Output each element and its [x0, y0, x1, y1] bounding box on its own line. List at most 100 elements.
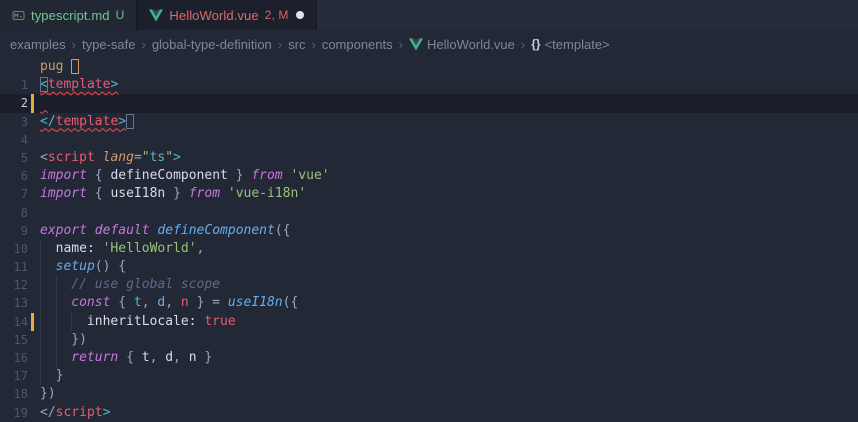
code-line-content: const { t, d, n } = useI18n({ — [40, 294, 858, 312]
line-number[interactable]: 3 — [0, 113, 28, 131]
gutter — [28, 58, 40, 76]
code-line-content: } — [40, 367, 858, 385]
code-token: > — [103, 405, 111, 420]
breadcrumb-separator-icon: › — [72, 37, 76, 52]
line-number[interactable]: 7 — [0, 185, 28, 203]
unsaved-dot[interactable] — [296, 11, 304, 19]
code-line-13[interactable]: 13 const { t, d, n } = useI18n({ — [0, 294, 858, 312]
breadcrumb-label: <template> — [545, 37, 610, 52]
code-token: , — [165, 295, 181, 310]
code-line-1[interactable]: 1<template> — [0, 76, 858, 94]
line-number[interactable]: 14 — [0, 313, 28, 331]
code-line-19[interactable]: 19</script> — [0, 404, 858, 422]
line-number[interactable]: 12 — [0, 276, 28, 294]
tab-status-badge: 2, M — [265, 8, 289, 22]
breadcrumb-label: components — [322, 37, 393, 52]
code-token: t — [134, 295, 142, 310]
code-token: " — [142, 150, 150, 165]
line-number[interactable]: 13 — [0, 294, 28, 312]
breadcrumb-item-template[interactable]: {}<template> — [531, 37, 609, 52]
line-number[interactable]: 15 — [0, 331, 28, 349]
vscode-editor-window: typescript.mdU HelloWorld.vue 2, M example… — [0, 0, 858, 422]
line-number[interactable]: 19 — [0, 404, 28, 422]
breadcrumb-item-HelloWorld.vue[interactable]: HelloWorld.vue — [409, 37, 515, 52]
code-token — [87, 223, 95, 238]
indent-guide — [40, 276, 56, 294]
breadcrumb: examples›type-safe›global-type-definitio… — [0, 30, 858, 58]
line-number[interactable]: 2 — [0, 94, 28, 112]
code-token: ({ — [275, 223, 291, 238]
gutter — [28, 385, 40, 403]
gutter — [28, 113, 40, 131]
line-number[interactable]: 8 — [0, 204, 28, 222]
code-token: } = — [189, 295, 228, 310]
breadcrumb-item-globaltypedefinition[interactable]: global-type-definition — [152, 37, 272, 52]
code-token: < — [40, 150, 48, 165]
code-line-11[interactable]: 11setup() { — [0, 258, 858, 276]
breadcrumb-item-src[interactable]: src — [288, 37, 305, 52]
indent-guide — [40, 367, 56, 385]
line-number[interactable]: 18 — [0, 385, 28, 403]
breadcrumb-item-examples[interactable]: examples — [10, 37, 66, 52]
breadcrumb-label: HelloWorld.vue — [427, 37, 515, 52]
gutter — [28, 367, 40, 385]
code-line-content: return { t, d, n } — [40, 349, 858, 367]
code-token: n — [181, 295, 189, 310]
code-hint-line[interactable]: pug — [0, 58, 858, 76]
code-line-12[interactable]: 12// use global scope — [0, 276, 858, 294]
code-token: , — [150, 350, 166, 365]
code-line-17[interactable]: 17} — [0, 367, 858, 385]
line-number[interactable]: 10 — [0, 240, 28, 258]
code-token: d — [165, 350, 173, 365]
indent-guide — [40, 258, 56, 276]
code-token: defineComponent — [157, 223, 274, 238]
code-line-2[interactable]: 2 — [0, 94, 858, 112]
code-token: { — [87, 186, 110, 201]
tab-status-badge: U — [116, 8, 125, 22]
line-number[interactable]: 9 — [0, 222, 28, 240]
gutter — [28, 167, 40, 185]
code-line-6[interactable]: 6import { defineComponent } from 'vue' — [0, 167, 858, 185]
code-line-4[interactable]: 4 — [0, 131, 858, 149]
code-line-15[interactable]: 15}) — [0, 331, 858, 349]
gutter — [28, 294, 40, 312]
code-line-10[interactable]: 10name: 'HelloWorld', — [0, 240, 858, 258]
code-token: } — [165, 186, 188, 201]
line-number[interactable]: 17 — [0, 367, 28, 385]
code-line-18[interactable]: 18}) — [0, 385, 858, 403]
code-token: from — [251, 168, 282, 183]
tab-typescript.md[interactable]: typescript.mdU — [0, 0, 137, 30]
code-token: 'vue-i18n' — [228, 186, 306, 201]
tab-label: HelloWorld.vue — [169, 8, 258, 23]
code-token: setup — [56, 259, 95, 274]
gutter — [28, 240, 40, 258]
line-number[interactable] — [0, 58, 28, 76]
line-number[interactable]: 4 — [0, 131, 28, 149]
code-line-3[interactable]: 3</template> — [0, 113, 858, 131]
code-token: > — [110, 77, 118, 92]
code-token: inheritLocale: — [87, 314, 204, 329]
line-number[interactable]: 16 — [0, 349, 28, 367]
code-line-5[interactable]: 5<script lang="ts"> — [0, 149, 858, 167]
code-line-8[interactable]: 8 — [0, 204, 858, 222]
line-number[interactable]: 11 — [0, 258, 28, 276]
indent-guide — [40, 240, 56, 258]
code-token: useI18n — [228, 295, 283, 310]
code-token: = — [134, 150, 142, 165]
line-number[interactable]: 6 — [0, 167, 28, 185]
code-line-9[interactable]: 9export default defineComponent({ — [0, 222, 858, 240]
gutter — [28, 149, 40, 167]
breadcrumb-item-components[interactable]: components — [322, 37, 393, 52]
line-number[interactable]: 1 — [0, 76, 28, 94]
code-token: } — [56, 368, 64, 383]
code-token: 'HelloWorld' — [103, 241, 197, 256]
code-token: } — [197, 350, 213, 365]
breadcrumb-item-typesafe[interactable]: type-safe — [82, 37, 135, 52]
gutter — [28, 258, 40, 276]
code-line-16[interactable]: 16 return { t, d, n } — [0, 349, 858, 367]
code-line-14[interactable]: 14inheritLocale: true — [0, 313, 858, 331]
line-number[interactable]: 5 — [0, 149, 28, 167]
indent-guide — [56, 276, 72, 294]
tab-HelloWorld.vue[interactable]: HelloWorld.vue 2, M — [137, 0, 317, 30]
code-line-7[interactable]: 7import { useI18n } from 'vue-i18n' — [0, 185, 858, 203]
